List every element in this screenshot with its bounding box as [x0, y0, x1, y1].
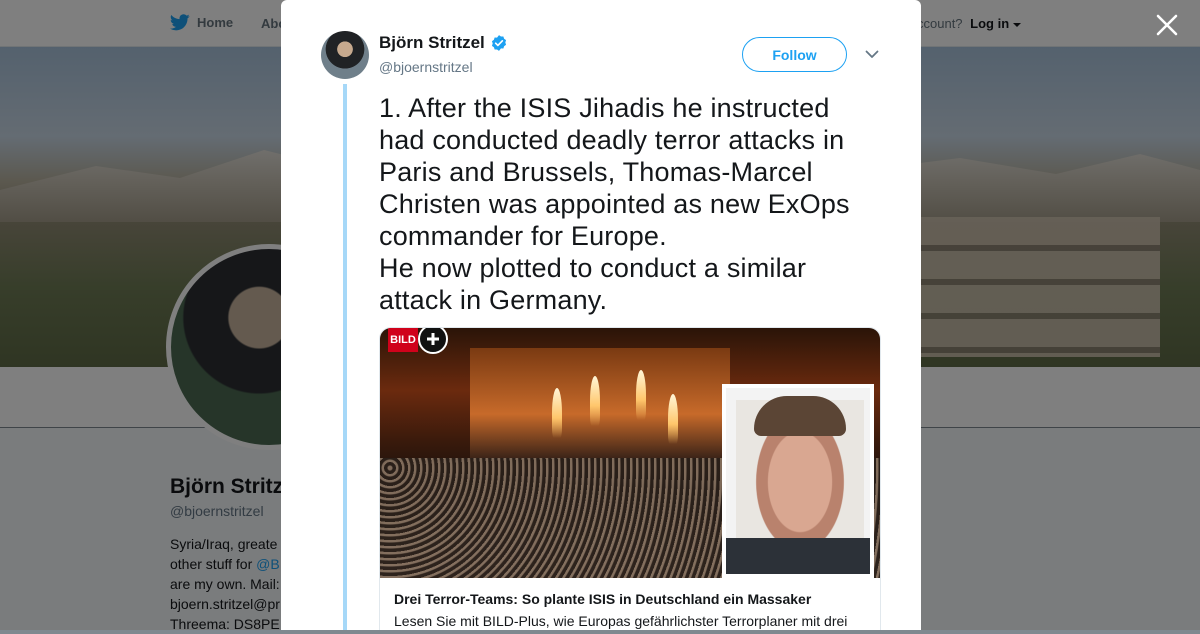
- card-description: Lesen Sie mit BILD-Plus, wie Europas gef…: [394, 613, 848, 629]
- mugshot-photo: [722, 384, 874, 578]
- close-icon[interactable]: [1154, 12, 1180, 38]
- tweet-text: 1. After the ISIS Jihadis he instructed …: [379, 93, 850, 315]
- card-image: BILD: [380, 328, 880, 578]
- thread-line: [343, 84, 347, 630]
- author-name[interactable]: Björn Stritzel: [379, 33, 485, 53]
- follow-button[interactable]: Follow: [742, 37, 847, 72]
- bild-logo: BILD: [388, 328, 418, 352]
- author-name-row[interactable]: Björn Stritzel: [379, 33, 508, 53]
- plus-icon: [418, 328, 448, 354]
- tweet-modal: Björn Stritzel @bjoernstritzel Follow 1.…: [281, 0, 921, 630]
- author-avatar[interactable]: [321, 31, 369, 79]
- card-title: Drei Terror-Teams: So plante ISIS in Deu…: [394, 591, 812, 607]
- verified-badge-icon: [491, 35, 506, 51]
- author-handle[interactable]: @bjoernstritzel: [379, 59, 473, 75]
- chevron-down-icon[interactable]: [863, 45, 881, 63]
- link-preview-card[interactable]: BILD Drei Terror-Teams: So plante ISIS i…: [379, 327, 881, 630]
